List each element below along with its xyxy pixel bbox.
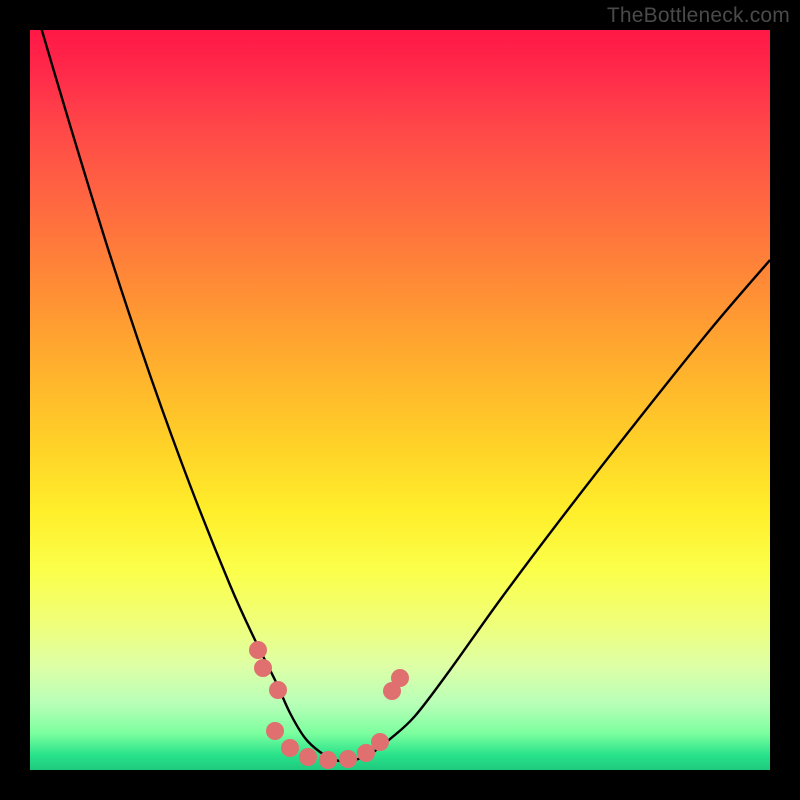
marker-dot xyxy=(254,659,272,677)
marker-dot xyxy=(339,750,357,768)
markers-layer xyxy=(30,30,770,770)
marker-dot xyxy=(266,722,284,740)
marker-dot xyxy=(371,733,389,751)
marker-dot xyxy=(357,744,375,762)
marker-dot xyxy=(269,681,287,699)
chart-frame: TheBottleneck.com xyxy=(0,0,800,800)
marker-dot xyxy=(249,641,267,659)
marker-dot xyxy=(281,739,299,757)
marker-dot xyxy=(319,751,337,769)
watermark-text: TheBottleneck.com xyxy=(607,4,790,28)
plot-area xyxy=(30,30,770,770)
marker-dot xyxy=(391,669,409,687)
marker-dot xyxy=(299,748,317,766)
peak-markers xyxy=(249,641,409,769)
